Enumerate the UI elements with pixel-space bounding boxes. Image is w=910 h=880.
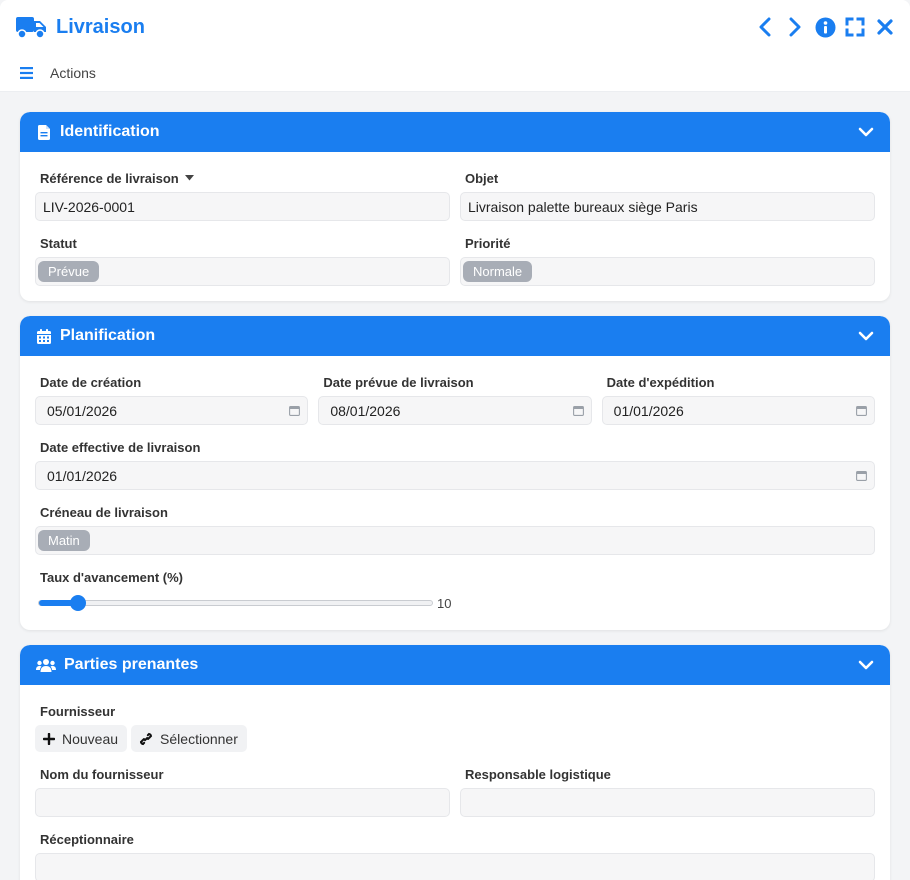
identification-body: Référence de livraison LIV-2026-0001 Obj… — [20, 152, 890, 301]
taux-slider[interactable] — [38, 595, 433, 611]
fournisseur-actions: Nouveau Sélectionner — [35, 725, 875, 752]
date-effective-label: Date effective de livraison — [40, 439, 201, 455]
hamburger-menu-icon[interactable] — [20, 66, 34, 79]
date-prevue-value: 08/01/2026 — [330, 402, 401, 419]
previous-icon[interactable] — [754, 16, 776, 38]
identification-title: Identification — [60, 123, 160, 140]
creneau-field[interactable]: Matin — [35, 526, 875, 555]
objet-field[interactable]: Livraison palette bureaux siège Paris — [460, 192, 875, 221]
reference-field[interactable]: LIV-2026-0001 — [35, 192, 450, 221]
taux-slider-row: 10 — [38, 591, 875, 615]
receptionnaire-field[interactable] — [35, 853, 875, 880]
close-icon[interactable] — [874, 16, 896, 38]
actions-menu-button[interactable]: Actions — [50, 65, 96, 81]
calendar-picker-icon[interactable] — [572, 405, 584, 416]
taux-value: 10 — [437, 595, 452, 611]
date-creation-value: 05/01/2026 — [47, 402, 118, 419]
priorite-label: Priorité — [465, 235, 511, 251]
parties-body: Fournisseur Nouveau Sélectionner Nom du … — [20, 685, 890, 880]
priorite-tag: Normale — [463, 261, 533, 282]
caret-down-icon[interactable] — [184, 175, 194, 181]
chevron-down-icon[interactable] — [858, 127, 874, 137]
info-icon[interactable] — [814, 16, 836, 38]
identification-panel: Identification Référence de livraison LI… — [20, 112, 890, 301]
planification-panel: Planification Date de création 05/01/202… — [20, 316, 890, 630]
date-effective-input[interactable]: 01/01/2026 — [35, 461, 875, 490]
reference-value: LIV-2026-0001 — [43, 198, 135, 215]
window-actions — [754, 16, 896, 38]
date-prevue-label: Date prévue de livraison — [323, 374, 474, 390]
chevron-down-icon[interactable] — [858, 660, 874, 670]
responsable-field[interactable] — [460, 788, 875, 817]
date-expedition-input[interactable]: 01/01/2026 — [601, 396, 875, 425]
objet-value: Livraison palette bureaux siège Paris — [468, 198, 698, 215]
reference-label: Référence de livraison — [40, 170, 450, 186]
receptionnaire-label: Réceptionnaire — [40, 831, 134, 847]
truck-icon — [16, 14, 48, 40]
parties-panel: Parties prenantes Fournisseur Nouveau Sé… — [20, 645, 890, 880]
next-icon[interactable] — [784, 16, 806, 38]
plus-icon — [43, 732, 55, 745]
calendar-picker-icon[interactable] — [856, 470, 867, 481]
users-icon — [36, 657, 56, 673]
date-expedition-value: 01/01/2026 — [613, 402, 684, 419]
date-prevue-input[interactable]: 08/01/2026 — [318, 396, 592, 425]
creneau-tag: Matin — [38, 530, 90, 551]
objet-label: Objet — [465, 170, 499, 186]
window-title: Livraison — [56, 15, 145, 38]
date-creation-input[interactable]: 05/01/2026 — [35, 396, 309, 425]
fullscreen-icon[interactable] — [844, 16, 866, 38]
document-icon — [36, 124, 52, 140]
creneau-label: Créneau de livraison — [40, 504, 168, 520]
calendar-picker-icon[interactable] — [289, 405, 301, 416]
actions-toolbar: Actions — [0, 54, 910, 92]
statut-field[interactable]: Prévue — [35, 257, 450, 286]
reference-label-text: Référence de livraison — [40, 170, 179, 186]
chevron-down-icon[interactable] — [858, 331, 874, 341]
statut-label: Statut — [40, 235, 77, 251]
planification-panel-header[interactable]: Planification — [20, 316, 890, 356]
selectionner-label: Sélectionner — [160, 730, 238, 747]
nouveau-button[interactable]: Nouveau — [35, 725, 128, 752]
planification-body: Date de création 05/01/2026 Date prévue … — [20, 356, 890, 630]
nom-fournisseur-label: Nom du fournisseur — [40, 766, 164, 782]
date-creation-label: Date de création — [40, 374, 142, 390]
parties-panel-header[interactable]: Parties prenantes — [20, 645, 890, 685]
parties-title: Parties prenantes — [64, 656, 199, 673]
date-expedition-label: Date d'expédition — [606, 374, 715, 390]
calendar-picker-icon[interactable] — [856, 405, 867, 416]
fournisseur-label: Fournisseur — [40, 703, 116, 719]
link-icon — [139, 732, 153, 746]
identification-panel-header[interactable]: Identification — [20, 112, 890, 152]
priorite-field[interactable]: Normale — [460, 257, 875, 286]
form-content: Identification Référence de livraison LI… — [0, 92, 910, 880]
statut-tag: Prévue — [38, 261, 100, 282]
title-bar: Livraison — [0, 0, 910, 54]
responsable-label: Responsable logistique — [465, 766, 611, 782]
calendar-icon — [36, 328, 52, 344]
taux-label: Taux d'avancement (%) — [40, 569, 183, 585]
nouveau-label: Nouveau — [62, 730, 119, 747]
date-effective-value: 01/01/2026 — [47, 467, 118, 484]
nom-fournisseur-field[interactable] — [35, 788, 450, 817]
planification-title: Planification — [60, 327, 156, 344]
livraison-window: Livraison Actions Identification Référen… — [0, 0, 910, 880]
selectionner-button[interactable]: Sélectionner — [131, 725, 247, 752]
taux-slider-thumb[interactable] — [70, 595, 87, 611]
